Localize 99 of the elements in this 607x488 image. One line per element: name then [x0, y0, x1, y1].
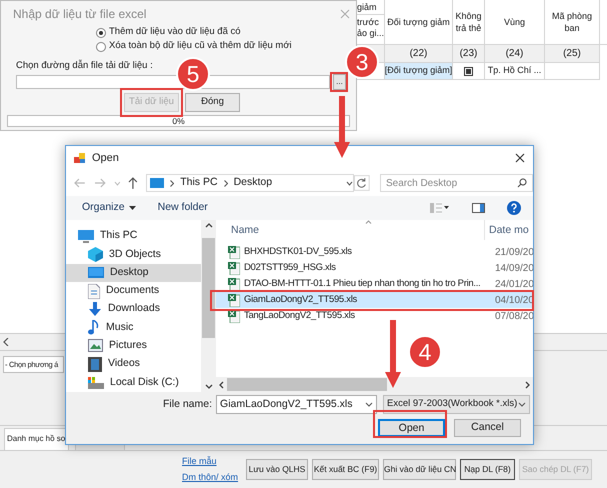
breadcrumb-item[interactable]: This PC: [180, 175, 218, 191]
scrollbar[interactable]: [201, 220, 216, 392]
arrow-drawing: [334, 96, 350, 158]
nav-item[interactable]: Documents: [66, 282, 201, 300]
table-cell: [Đối tượng giảm]: [385, 63, 452, 80]
arrow-drawing: [385, 320, 401, 388]
file-name: TangLaoDongV2_TT595.xls: [244, 308, 355, 323]
nav-item[interactable]: 3D Objects: [66, 245, 201, 264]
scroll-up-icon[interactable]: [204, 223, 212, 228]
file-name-field[interactable]: GiamLaoDongV2_TT595.xls: [216, 395, 378, 414]
film-icon: [88, 356, 102, 372]
spreadsheet-file-icon: [228, 246, 240, 258]
progress-reading: 0%: [172, 114, 185, 128]
button[interactable]: Đóng: [185, 93, 240, 112]
button[interactable]: Cancel: [454, 419, 521, 437]
window-title: Open: [92, 150, 120, 166]
browse-button[interactable]: ...: [333, 74, 346, 90]
button[interactable]: Nạp DL (F8): [460, 459, 515, 480]
file-name: GiamLaoDongV2_TT595.xls: [244, 292, 357, 307]
column-header: Mã phòng ban: [552, 10, 592, 34]
close-icon[interactable]: [515, 153, 525, 163]
column-header: trước ảo gi...: [357, 16, 384, 40]
preview-pane-icon[interactable]: [472, 203, 485, 213]
chevron-down-icon[interactable]: [518, 402, 526, 407]
up-arrow-icon[interactable]: [128, 177, 138, 189]
search-icon: [517, 178, 527, 188]
nav-item[interactable]: Desktop: [66, 264, 201, 282]
scrollbar-thumb[interactable]: [227, 378, 387, 391]
column-header[interactable]: Date mo: [484, 220, 529, 240]
app-icon: [74, 152, 86, 164]
window-title: Nhập dữ liệu từ file excel: [13, 6, 146, 22]
help-icon[interactable]: [507, 201, 521, 215]
button[interactable]: Kết xuất BC (F9): [312, 459, 379, 480]
monitor-icon: [88, 266, 104, 279]
column-header: Vùng: [504, 16, 526, 28]
search-field[interactable]: Search Desktop: [380, 174, 533, 192]
scroll-left-icon[interactable]: [219, 380, 224, 388]
computer-icon: [78, 230, 94, 243]
chevron-down-icon[interactable]: [365, 402, 374, 407]
column-number: (23): [460, 47, 478, 61]
spreadsheet-file-icon: [228, 278, 240, 290]
image-icon: [88, 339, 103, 352]
nav-item[interactable]: Videos: [66, 355, 201, 374]
file-name: DTAO-BM-HTTT-01.1 Phieu tiep nhan thong tin ho tro Prin...: [244, 276, 480, 291]
file-type-dropdown[interactable]: Excel 97-2003(Workbook *.xls): [383, 395, 530, 414]
nav-item[interactable]: Downloads: [66, 300, 201, 318]
column-number: (24): [506, 47, 524, 61]
chevron-right-icon: [170, 180, 174, 186]
column-header: Không trả thẻ: [455, 10, 482, 34]
file-name: D02TSTT959_HSG.xls: [244, 260, 336, 275]
monitor-icon: [150, 178, 164, 188]
organize-menu[interactable]: Organize: [82, 200, 136, 216]
view-options-icon[interactable]: [430, 203, 450, 213]
nav-item[interactable]: Pictures: [66, 336, 201, 356]
file-name: BHXHDSTK01-DV_595.xls: [244, 244, 352, 259]
nav-item[interactable]: Music: [66, 318, 201, 337]
button[interactable]: Lưu vào QLHS: [246, 459, 308, 480]
chevron-down-icon[interactable]: [346, 180, 354, 186]
column-header: Đối tượng giảm: [387, 16, 450, 28]
button[interactable]: Ghi vào dữ liệu CN: [383, 459, 456, 480]
radio-button[interactable]: [96, 28, 106, 38]
radio-label: Xóa toàn bộ dữ liệu cũ và thêm dữ liệu mới: [109, 39, 292, 54]
spreadsheet-file-icon: [228, 294, 240, 306]
address-bar[interactable]: This PC Desktop: [146, 174, 354, 192]
refresh-icon[interactable]: [354, 175, 370, 191]
caret-icon: [128, 206, 136, 210]
breadcrumb-item[interactable]: Desktop: [234, 175, 272, 191]
button[interactable]: Open: [378, 419, 445, 437]
spreadsheet-file-icon: [228, 262, 240, 274]
highlight-frame: [330, 72, 348, 92]
document-icon: [88, 284, 100, 299]
scroll-left-icon[interactable]: [3, 338, 9, 346]
link[interactable]: Dm thôn/ xóm: [182, 471, 238, 484]
scroll-down-icon[interactable]: [204, 384, 212, 389]
scrollbar-thumb[interactable]: [202, 238, 215, 338]
column-number: (25): [563, 47, 581, 61]
sort-icon: [365, 220, 372, 224]
radio-button[interactable]: [96, 42, 106, 52]
new-folder-button[interactable]: New folder: [158, 200, 208, 216]
scroll-right-icon[interactable]: [525, 380, 530, 388]
table-cell-text: Tp. Hồ Chí ...: [488, 64, 542, 78]
column-header[interactable]: Name: [216, 220, 484, 240]
cube-icon: [88, 246, 103, 262]
nav-item[interactable]: This PC: [66, 227, 201, 246]
column-number: (22): [410, 47, 428, 61]
highlight-frame: [120, 88, 183, 117]
field-label: Chọn đường dẫn file tải dữ liệu :: [15, 59, 154, 71]
down-arrow-icon: [88, 302, 102, 317]
scrollbar[interactable]: [216, 377, 533, 392]
tab[interactable]: Danh mục hồ sơ: [4, 428, 70, 450]
music-note-icon: [88, 320, 100, 336]
field-label: File name:: [163, 396, 212, 412]
chevron-right-icon: [224, 180, 228, 186]
checkbox[interactable]: [464, 66, 473, 76]
nav-item[interactable]: Local Disk (C:): [66, 373, 201, 392]
spreadsheet-file-icon: [228, 310, 240, 322]
drive-icon: [88, 376, 104, 389]
radio-label: Thêm dữ liệu vào dữ liệu đã có: [109, 25, 241, 40]
link[interactable]: File mẫu: [182, 454, 217, 468]
